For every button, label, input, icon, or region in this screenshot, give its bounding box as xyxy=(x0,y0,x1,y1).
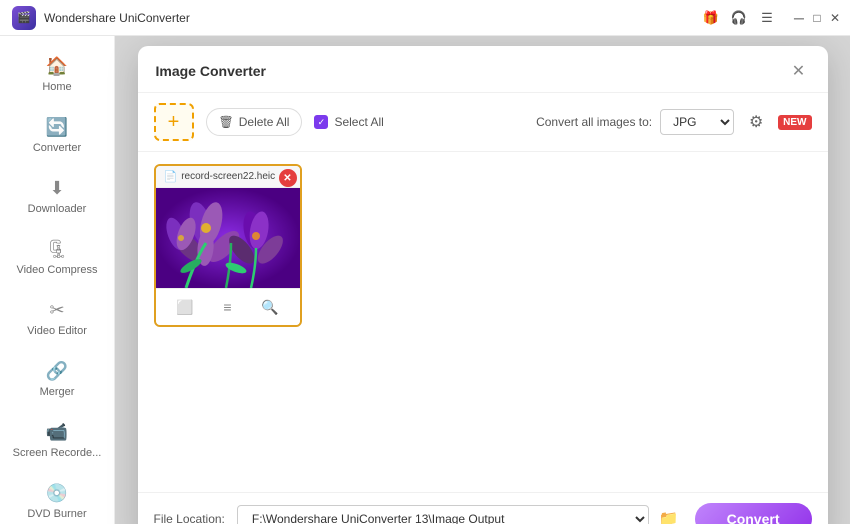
title-bar: 🎬 Wondershare UniConverter 🎁 🎧 ☰ ─ □ ✕ xyxy=(0,0,850,36)
sidebar-label-compress: Video Compress xyxy=(16,264,97,276)
output-path-dropdown[interactable]: F:\Wondershare UniConverter 13\Image Out… xyxy=(237,505,649,524)
add-image-button[interactable]: + xyxy=(154,103,194,141)
dialog-close-button[interactable]: ✕ xyxy=(788,60,810,82)
file-path-section: F:\Wondershare UniConverter 13\Image Out… xyxy=(237,505,683,524)
list-action-button[interactable]: ≡ xyxy=(215,295,239,319)
window-controls: ─ □ ✕ xyxy=(792,11,842,25)
sidebar-item-home[interactable]: 🏠 Home xyxy=(6,46,108,103)
sidebar-item-converter[interactable]: 🔄 Converter xyxy=(6,107,108,164)
select-all-label: Select All xyxy=(334,115,383,129)
home-icon: 🏠 xyxy=(46,56,68,77)
image-filename-bar: 📄 record-screen22.heic xyxy=(156,166,300,188)
format-dropdown[interactable]: JPG PNG WEBP BMP TIFF GIF xyxy=(660,109,734,135)
sidebar-label-editor: Video Editor xyxy=(27,325,87,337)
sidebar-item-video-compressor[interactable]: 🗜 Video Compress xyxy=(6,229,108,286)
filename-text: record-screen22.heic xyxy=(181,171,275,182)
title-bar-left: 🎬 Wondershare UniConverter xyxy=(12,6,190,30)
sidebar-label-merger: Merger xyxy=(40,386,75,398)
sidebar-item-screen-recorder[interactable]: 📹 Screen Recorde... xyxy=(6,412,108,469)
file-icon: 📄 xyxy=(164,170,178,183)
app-title: Wondershare UniConverter xyxy=(44,11,190,25)
crop-action-button[interactable]: ⬜ xyxy=(173,295,197,319)
image-remove-button[interactable]: ✕ xyxy=(279,169,297,187)
dialog-footer: File Location: F:\Wondershare UniConvert… xyxy=(138,492,828,524)
image-actions-bar: ⬜ ≡ 🔍 xyxy=(156,288,300,325)
dvd-icon: 💿 xyxy=(46,483,68,504)
merger-icon: 🔗 xyxy=(46,361,68,382)
maximize-button[interactable]: □ xyxy=(810,11,824,25)
sidebar-label-dvd: DVD Burner xyxy=(27,508,86,520)
browse-folder-button[interactable]: 📁 xyxy=(655,505,683,524)
add-icon: + xyxy=(168,111,180,134)
gift-icon[interactable]: 🎁 xyxy=(700,7,722,29)
dialog-content: 📄 record-screen22.heic ✕ xyxy=(138,152,828,492)
image-converter-dialog: Image Converter ✕ + 🗑 Delete All xyxy=(138,46,828,524)
compress-icon: 🗜 xyxy=(46,239,69,260)
file-location-label: File Location: xyxy=(154,512,225,524)
new-badge: NEW xyxy=(778,115,811,130)
app-window: 🎬 Wondershare UniConverter 🎁 🎧 ☰ ─ □ ✕ 🏠… xyxy=(0,0,850,524)
delete-all-button[interactable]: 🗑 Delete All xyxy=(206,108,303,136)
sidebar-item-dvd-burner[interactable]: 💿 DVD Burner xyxy=(6,473,108,524)
app-logo: 🎬 xyxy=(12,6,36,30)
sidebar-label-converter: Converter xyxy=(33,142,81,154)
convert-to-label: Convert all images to: xyxy=(536,115,652,129)
delete-all-label: Delete All xyxy=(239,115,290,129)
sidebar-item-merger[interactable]: 🔗 Merger xyxy=(6,351,108,408)
recorder-icon: 📹 xyxy=(46,422,68,443)
sidebar-item-video-editor[interactable]: ✂ Video Editor xyxy=(6,290,108,347)
converter-icon: 🔄 xyxy=(46,117,68,138)
checkbox-icon: ✓ xyxy=(314,115,328,129)
dialog-header: Image Converter ✕ xyxy=(138,46,828,93)
format-settings-button[interactable]: ⚙ xyxy=(742,108,770,136)
zoom-action-button[interactable]: 🔍 xyxy=(258,295,282,319)
sidebar-label-recorder: Screen Recorde... xyxy=(13,447,102,459)
image-preview xyxy=(156,188,300,288)
dialog-title: Image Converter xyxy=(156,63,266,79)
app-body: 🏠 Home 🔄 Converter ⬇ Downloader 🗜 Video … xyxy=(0,36,850,524)
main-content: Image Converter ✕ + 🗑 Delete All xyxy=(115,36,850,524)
flower-svg xyxy=(156,188,300,288)
headphones-icon[interactable]: 🎧 xyxy=(728,7,750,29)
select-all-checkbox[interactable]: ✓ Select All xyxy=(314,115,383,129)
sidebar-label-downloader: Downloader xyxy=(28,203,87,215)
dialog-toolbar: + 🗑 Delete All ✓ Select All Convert all … xyxy=(138,93,828,152)
trash-icon: 🗑 xyxy=(219,115,234,129)
sidebar: 🏠 Home 🔄 Converter ⬇ Downloader 🗜 Video … xyxy=(0,36,115,524)
dialog-overlay: Image Converter ✕ + 🗑 Delete All xyxy=(115,36,850,524)
convert-button[interactable]: Convert xyxy=(695,503,812,524)
image-item: 📄 record-screen22.heic ✕ xyxy=(154,164,302,327)
sidebar-label-home: Home xyxy=(42,81,71,93)
editor-icon: ✂ xyxy=(49,300,64,321)
convert-to-section: Convert all images to: JPG PNG WEBP BMP … xyxy=(536,108,811,136)
close-button[interactable]: ✕ xyxy=(828,11,842,25)
title-bar-right: 🎁 🎧 ☰ ─ □ ✕ xyxy=(700,7,842,29)
sidebar-item-downloader[interactable]: ⬇ Downloader xyxy=(6,168,108,225)
downloader-icon: ⬇ xyxy=(49,178,64,199)
minimize-button[interactable]: ─ xyxy=(792,11,806,25)
menu-icon[interactable]: ☰ xyxy=(756,7,778,29)
